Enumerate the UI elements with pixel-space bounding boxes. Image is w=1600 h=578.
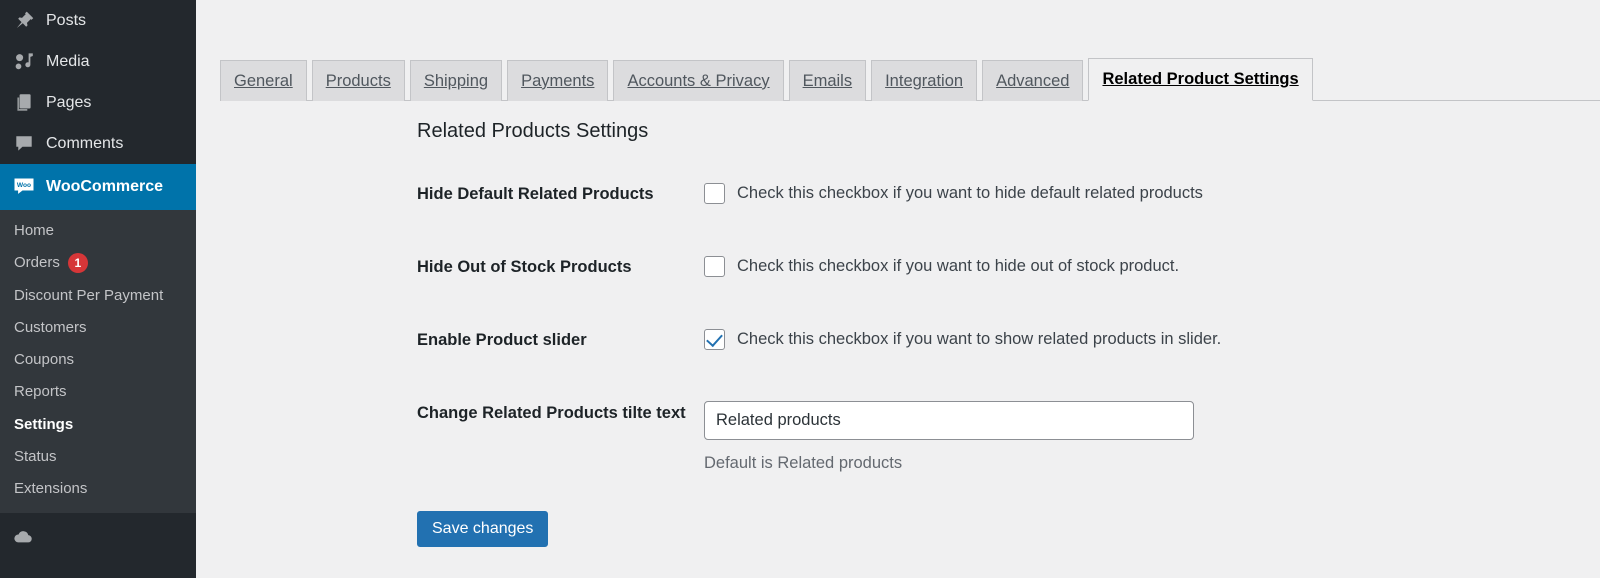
save-changes-button[interactable]: Save changes [417, 511, 549, 547]
submenu-item-label: Status [14, 447, 57, 465]
checkbox-description: Check this checkbox if you want to show … [737, 330, 1222, 348]
tab-general[interactable]: General [220, 60, 307, 101]
orders-count-badge: 1 [67, 253, 88, 274]
hide-out-of-stock-products-field[interactable]: Check this checkbox if you want to hide … [704, 255, 1567, 277]
checkbox-description: Check this checkbox if you want to hide … [737, 184, 1203, 202]
sidebar-item-label: WooCommerce [46, 178, 164, 195]
svg-text:Woo: Woo [17, 182, 31, 189]
media-icon [11, 49, 37, 75]
sidebar-item-pages[interactable]: Pages [0, 82, 196, 123]
pages-icon [11, 90, 37, 116]
woocommerce-submenu: Home Orders 1 Discount Per Payment Custo… [0, 210, 196, 514]
submenu-item-label: Extensions [14, 480, 88, 497]
tab-accounts-privacy[interactable]: Accounts & Privacy [613, 60, 784, 101]
tab-products[interactable]: Products [311, 60, 405, 101]
submenu-item-label: Customers [14, 318, 87, 336]
checkbox-description: Check this checkbox if you want to hide … [737, 257, 1180, 275]
tab-payments[interactable]: Payments [507, 60, 609, 101]
tab-shipping[interactable]: Shipping [409, 60, 503, 101]
setting-row-enable-product-slider: Enable Product slider Check this checkbo… [417, 324, 1567, 397]
setting-row-hide-out-of-stock-products: Hide Out of Stock Products Check this ch… [417, 251, 1567, 324]
tab-integration[interactable]: Integration [871, 60, 978, 101]
cloud-icon [14, 531, 32, 543]
submenu-item-reports[interactable]: Reports [0, 376, 196, 408]
submenu-item-label: Orders [14, 254, 60, 272]
submenu-item-extensions[interactable]: Extensions [0, 473, 196, 505]
tab-advanced[interactable]: Advanced [982, 60, 1084, 101]
submenu-item-discount-per-payment[interactable]: Discount Per Payment [0, 280, 196, 312]
submenu-item-orders[interactable]: Orders 1 [0, 247, 196, 279]
setting-label: Enable Product slider [417, 331, 587, 349]
main-content: General Products Shipping Payments Accou… [196, 0, 1600, 578]
settings-form: Hide Default Related Products Check this… [417, 178, 1567, 474]
setting-row-hide-default-related-products: Hide Default Related Products Check this… [417, 178, 1567, 251]
hide-out-of-stock-products-checkbox[interactable] [704, 256, 725, 277]
tab-emails[interactable]: Emails [788, 60, 867, 101]
sidebar-item-posts[interactable]: Posts [0, 0, 196, 41]
setting-label: Hide Out of Stock Products [417, 258, 632, 276]
related-products-title-input[interactable] [704, 401, 1194, 440]
submenu-item-status[interactable]: Status [0, 441, 196, 473]
pin-icon [11, 8, 37, 34]
sidebar-item-media[interactable]: Media [0, 41, 196, 82]
wordpress-admin-screen: Posts Media Pages Comments Woo WooCommer… [0, 0, 1600, 578]
sidebar-item-label: Pages [46, 93, 92, 111]
submenu-item-label: Reports [14, 383, 67, 401]
enable-product-slider-field[interactable]: Check this checkbox if you want to show … [704, 328, 1567, 350]
field-description: Default is Related products [704, 454, 903, 472]
sidebar-item-label: Comments [46, 134, 124, 152]
submenu-item-home[interactable]: Home [0, 215, 196, 247]
woocommerce-icon: Woo [11, 174, 37, 200]
submenu-item-label: Coupons [14, 351, 75, 368]
sidebar-item-label: Posts [46, 11, 87, 29]
submenu-item-label: Settings [14, 415, 74, 433]
setting-label: Change Related Products tilte text [417, 404, 686, 422]
submenu-item-label: Discount Per Payment [14, 286, 164, 304]
sidebar-next-menu-item[interactable] [0, 513, 196, 574]
sidebar-item-woocommerce[interactable]: Woo WooCommerce [0, 164, 196, 210]
setting-row-related-products-title-text: Change Related Products tilte text Defau… [417, 397, 1567, 474]
submit-area: Save changes [417, 511, 549, 547]
setting-label: Hide Default Related Products [417, 185, 654, 203]
tab-related-product-settings[interactable]: Related Product Settings [1088, 58, 1313, 101]
page-title: Related Products Settings [417, 120, 649, 142]
sidebar-item-comments[interactable]: Comments [0, 123, 196, 164]
submenu-item-settings[interactable]: Settings [0, 409, 196, 441]
settings-tab-bar: General Products Shipping Payments Accou… [220, 57, 1600, 101]
comment-bubble-icon [11, 131, 37, 157]
enable-product-slider-checkbox[interactable] [704, 329, 725, 350]
submenu-item-coupons[interactable]: Coupons [0, 344, 196, 376]
submenu-item-customers[interactable]: Customers [0, 312, 196, 344]
admin-sidebar: Posts Media Pages Comments Woo WooCommer… [0, 0, 196, 578]
submenu-item-label: Home [14, 222, 55, 239]
hide-default-related-products-checkbox[interactable] [704, 183, 725, 204]
sidebar-item-label: Media [46, 52, 90, 70]
hide-default-related-products-field[interactable]: Check this checkbox if you want to hide … [704, 182, 1567, 204]
